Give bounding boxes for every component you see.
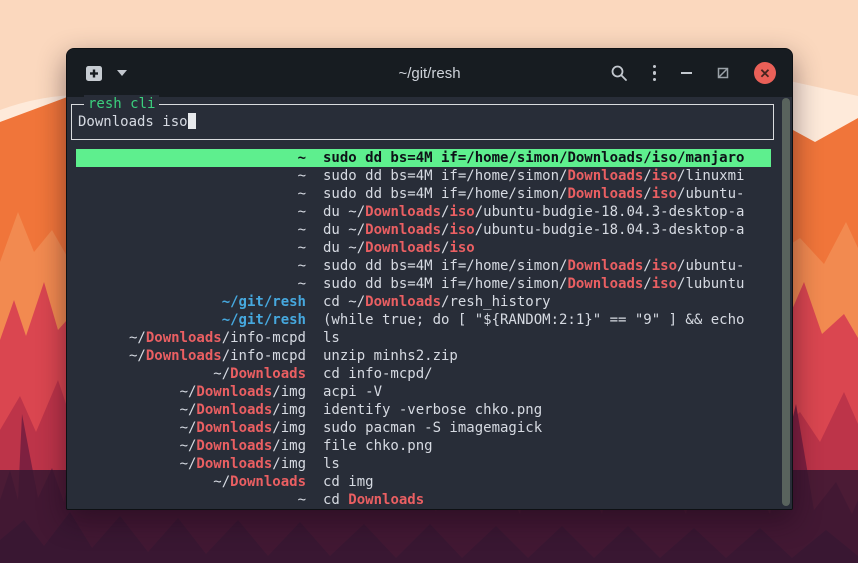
row-command: file chko.png xyxy=(323,437,771,455)
history-row[interactable]: ~/Downloads/img sudo pacman -S imagemagic… xyxy=(76,419,771,437)
row-location: ~/Downloads/img xyxy=(76,401,306,419)
history-row[interactable]: ~ du ~/Downloads/iso xyxy=(76,239,771,257)
minimize-icon xyxy=(681,72,692,74)
row-command: sudo dd bs=4M if=/home/simon/Downloads/i… xyxy=(323,185,771,203)
row-location: ~/git/resh xyxy=(76,311,306,329)
history-row[interactable]: ~ du ~/Downloads/iso/ubuntu-budgie-18.04.… xyxy=(76,221,771,239)
history-row[interactable]: ~ sudo dd bs=4M if=/home/simon/Downloads/… xyxy=(76,167,771,185)
scrollbar-thumb[interactable] xyxy=(782,98,790,506)
row-location: ~/Downloads xyxy=(76,473,306,491)
row-command: ls xyxy=(323,455,771,473)
row-command: (while true; do [ "${RANDOM:2:1}" == "9"… xyxy=(323,311,771,329)
row-command: cd info-mcpd/ xyxy=(323,365,771,383)
terminal-window: ~/git/resh xyxy=(66,48,793,510)
new-tab-button[interactable] xyxy=(83,64,105,83)
row-location: ~ xyxy=(76,203,306,221)
history-row-selected[interactable]: ~ sudo dd bs=4M if=/home/simon/Downloads/… xyxy=(76,149,771,167)
resh-search-box: resh cli Downloads iso xyxy=(71,104,774,140)
search-button[interactable] xyxy=(610,64,628,82)
row-location: ~ xyxy=(76,149,306,167)
history-row[interactable]: ~/Downloads cd info-mcpd/ xyxy=(76,365,771,383)
row-location: ~ xyxy=(76,167,306,185)
row-location: ~ xyxy=(76,491,306,509)
history-row[interactable]: ~ du ~/Downloads/iso/ubuntu-budgie-18.04.… xyxy=(76,203,771,221)
history-row[interactable]: ~/Downloads/info-mcpd ls xyxy=(76,329,771,347)
new-tab-icon xyxy=(83,64,105,83)
row-location: ~ xyxy=(76,221,306,239)
history-row[interactable]: ~ cd Downloads xyxy=(76,491,771,509)
row-location: ~ xyxy=(76,257,306,275)
restore-button[interactable] xyxy=(717,67,729,79)
row-location: ~/Downloads/info-mcpd xyxy=(76,347,306,365)
history-list: ~ sudo dd bs=4M if=/home/simon/Downloads/… xyxy=(76,149,771,509)
history-row[interactable]: ~ sudo dd bs=4M if=/home/simon/Downloads/… xyxy=(76,185,771,203)
row-command: sudo dd bs=4M if=/home/simon/Downloads/i… xyxy=(323,149,771,167)
history-row[interactable]: ~ sudo dd bs=4M if=/home/simon/Downloads/… xyxy=(76,275,771,293)
menu-button[interactable] xyxy=(653,65,657,82)
row-command: identify -verbose chko.png xyxy=(323,401,771,419)
search-icon xyxy=(610,64,628,82)
row-command: du ~/Downloads/iso xyxy=(323,239,771,257)
row-location: ~ xyxy=(76,275,306,293)
terminal-content[interactable]: resh cli Downloads iso ~ sudo dd bs=4M if… xyxy=(67,97,792,510)
close-button[interactable]: ✕ xyxy=(754,62,776,84)
row-location: ~/Downloads/img xyxy=(76,419,306,437)
history-row[interactable]: ~/Downloads/info-mcpd unzip minhs2.zip xyxy=(76,347,771,365)
history-row[interactable]: ~/Downloads/img ls xyxy=(76,455,771,473)
row-location: ~ xyxy=(76,239,306,257)
row-location: ~/Downloads/img xyxy=(76,455,306,473)
row-command: sudo pacman -S imagemagick xyxy=(323,419,771,437)
row-command: sudo dd bs=4M if=/home/simon/Downloads/i… xyxy=(323,257,771,275)
row-command: du ~/Downloads/iso/ubuntu-budgie-18.04.3… xyxy=(323,221,771,239)
history-row[interactable]: ~/Downloads/img file chko.png xyxy=(76,437,771,455)
row-command: sudo dd bs=4M if=/home/simon/Downloads/i… xyxy=(323,275,771,293)
history-row[interactable]: ~/Downloads/img identify -verbose chko.pn… xyxy=(76,401,771,419)
row-command: cd Downloads xyxy=(323,491,771,509)
search-input[interactable]: Downloads iso xyxy=(78,113,196,130)
history-row[interactable]: ~/git/resh cd ~/Downloads/resh_history xyxy=(76,293,771,311)
text-cursor xyxy=(188,113,196,129)
chevron-down-icon[interactable] xyxy=(117,70,127,76)
history-row[interactable]: ~ sudo dd bs=4M if=/home/simon/Downloads/… xyxy=(76,257,771,275)
close-icon: ✕ xyxy=(760,67,771,80)
row-location: ~/Downloads/img xyxy=(76,383,306,401)
kebab-menu-icon xyxy=(653,65,657,69)
row-command: unzip minhs2.zip xyxy=(323,347,771,365)
row-location: ~/Downloads/info-mcpd xyxy=(76,329,306,347)
history-row[interactable]: ~/git/resh (while true; do [ "${RANDOM:2:… xyxy=(76,311,771,329)
row-command: cd img xyxy=(323,473,771,491)
row-location: ~/git/resh xyxy=(76,293,306,311)
resh-frame-label: resh cli xyxy=(84,95,159,113)
row-location: ~ xyxy=(76,185,306,203)
minimize-button[interactable] xyxy=(681,72,692,74)
row-location: ~/Downloads/img xyxy=(76,437,306,455)
row-location: ~/Downloads xyxy=(76,365,306,383)
row-command: du ~/Downloads/iso/ubuntu-budgie-18.04.3… xyxy=(323,203,771,221)
titlebar: ~/git/resh xyxy=(67,49,792,97)
row-command: acpi -V xyxy=(323,383,771,401)
desktop: ~/git/resh xyxy=(0,0,858,563)
row-command: sudo dd bs=4M if=/home/simon/Downloads/i… xyxy=(323,167,771,185)
history-row[interactable]: ~/Downloads/img acpi -V xyxy=(76,383,771,401)
search-query-text: Downloads iso xyxy=(78,114,188,130)
row-command: cd ~/Downloads/resh_history xyxy=(323,293,771,311)
row-command: ls xyxy=(323,329,771,347)
restore-icon xyxy=(717,67,729,79)
history-row[interactable]: ~/Downloads cd img xyxy=(76,473,771,491)
